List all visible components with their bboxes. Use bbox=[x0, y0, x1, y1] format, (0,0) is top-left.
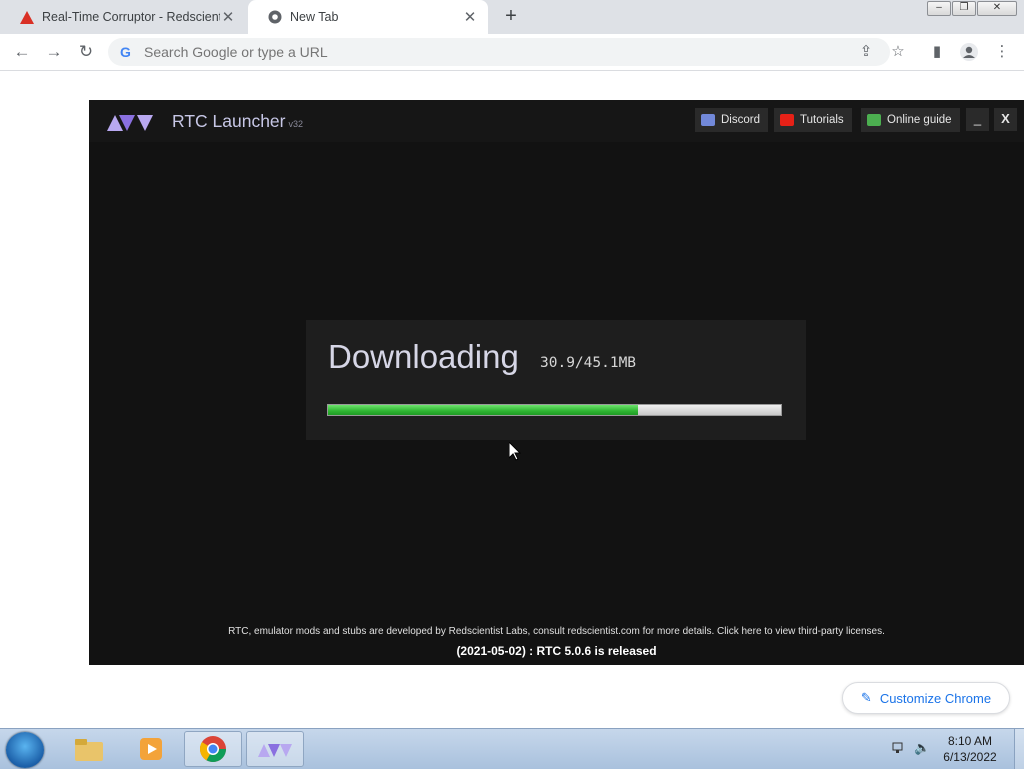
guide-icon bbox=[867, 114, 881, 126]
tab-title: New Tab bbox=[290, 10, 339, 24]
rtc-launcher-window: RTC Launcher v32 Discord Tutorials Online… bbox=[89, 100, 1024, 665]
network-icon[interactable] bbox=[892, 741, 906, 755]
download-status-label: Downloading bbox=[328, 338, 519, 375]
window-minimize-button[interactable]: – bbox=[927, 1, 951, 16]
omnibox[interactable]: G bbox=[108, 38, 890, 66]
warning-triangle-icon bbox=[20, 10, 34, 24]
taskbar-chrome[interactable] bbox=[184, 731, 242, 767]
taskbar-explorer[interactable] bbox=[60, 731, 118, 767]
omnibox-input[interactable] bbox=[142, 43, 746, 61]
discord-button[interactable]: Discord bbox=[695, 108, 768, 132]
start-orb-icon[interactable] bbox=[6, 732, 44, 768]
close-tab-icon[interactable]: ✕ bbox=[220, 8, 236, 26]
tutorials-label: Tutorials bbox=[800, 114, 844, 126]
show-desktop-button[interactable] bbox=[1014, 729, 1024, 769]
rtc-logo-icon bbox=[258, 744, 292, 757]
pencil-icon: ✎ bbox=[860, 690, 872, 705]
taskbar-media-player[interactable] bbox=[122, 731, 180, 767]
window-restore-button[interactable]: ❐ bbox=[952, 1, 976, 16]
window-close-button[interactable]: ✕ bbox=[977, 1, 1017, 16]
media-player-icon bbox=[140, 738, 162, 760]
folder-icon bbox=[75, 739, 103, 761]
back-icon[interactable]: ← bbox=[12, 43, 32, 63]
tray-clock[interactable]: 8:10 AM 6/13/2022 bbox=[930, 733, 1010, 765]
clock-date: 6/13/2022 bbox=[943, 750, 997, 764]
download-size: 30.9/45.1MB bbox=[540, 355, 637, 371]
discord-icon bbox=[701, 114, 715, 126]
tab-strip: Real-Time Corruptor - Redscientist Labs … bbox=[0, 0, 1024, 34]
forward-icon[interactable]: → bbox=[44, 43, 64, 63]
taskbar-rtc-launcher[interactable] bbox=[246, 731, 304, 767]
close-tab-icon[interactable]: ✕ bbox=[462, 8, 478, 26]
clock-time: 8:10 AM bbox=[947, 734, 993, 748]
rtc-version: v32 bbox=[288, 119, 304, 129]
rtc-title-text: RTC Launcher bbox=[172, 111, 286, 131]
tab-title: Real-Time Corruptor - Redscientist Labs bbox=[42, 10, 220, 24]
download-progress-bar bbox=[327, 404, 782, 416]
share-icon[interactable]: ⇪ bbox=[856, 42, 876, 62]
mouse-cursor-icon bbox=[509, 442, 521, 461]
download-panel: Downloading 30.9/45.1MB bbox=[306, 320, 806, 440]
reload-icon[interactable]: ↻ bbox=[76, 43, 96, 63]
rtc-title: RTC Launcher v32 bbox=[172, 111, 303, 132]
chrome-icon bbox=[199, 736, 227, 763]
news-line: (2021-05-02) : RTC 5.0.6 is released bbox=[456, 644, 657, 658]
rtc-close-button[interactable]: X bbox=[994, 108, 1017, 131]
menu-kebab-icon[interactable]: ⋮ bbox=[992, 42, 1012, 62]
bookmark-star-icon[interactable]: ☆ bbox=[888, 42, 908, 62]
rtc-logo-icon bbox=[107, 115, 153, 131]
tab-new-tab[interactable]: New Tab ✕ bbox=[248, 0, 488, 34]
google-g-icon: G bbox=[120, 44, 131, 60]
online-guide-button[interactable]: Online guide bbox=[861, 108, 960, 132]
chrome-icon bbox=[268, 10, 282, 24]
windows-taskbar: 🔈 8:10 AM 6/13/2022 bbox=[0, 728, 1024, 769]
new-tab-button[interactable]: + bbox=[500, 6, 522, 28]
discord-label: Discord bbox=[721, 114, 760, 126]
volume-icon[interactable]: 🔈 bbox=[914, 740, 930, 756]
customize-chrome-button[interactable]: ✎ Customize Chrome bbox=[842, 682, 1010, 714]
rtc-header: RTC Launcher v32 Discord Tutorials Online… bbox=[89, 100, 1024, 142]
rtc-minimize-button[interactable]: _ bbox=[966, 108, 989, 131]
tutorials-button[interactable]: Tutorials bbox=[774, 108, 852, 132]
side-panel-icon[interactable]: ▮ bbox=[927, 42, 947, 62]
online-guide-label: Online guide bbox=[887, 114, 952, 126]
licenses-notice-link[interactable]: RTC, emulator mods and stubs are develop… bbox=[89, 626, 1024, 637]
youtube-icon bbox=[780, 114, 794, 126]
download-progress-fill bbox=[328, 405, 639, 415]
profile-avatar-icon[interactable] bbox=[959, 42, 979, 62]
tab-rtc[interactable]: Real-Time Corruptor - Redscientist Labs … bbox=[0, 0, 246, 34]
customize-chrome-label: Customize Chrome bbox=[879, 690, 992, 706]
